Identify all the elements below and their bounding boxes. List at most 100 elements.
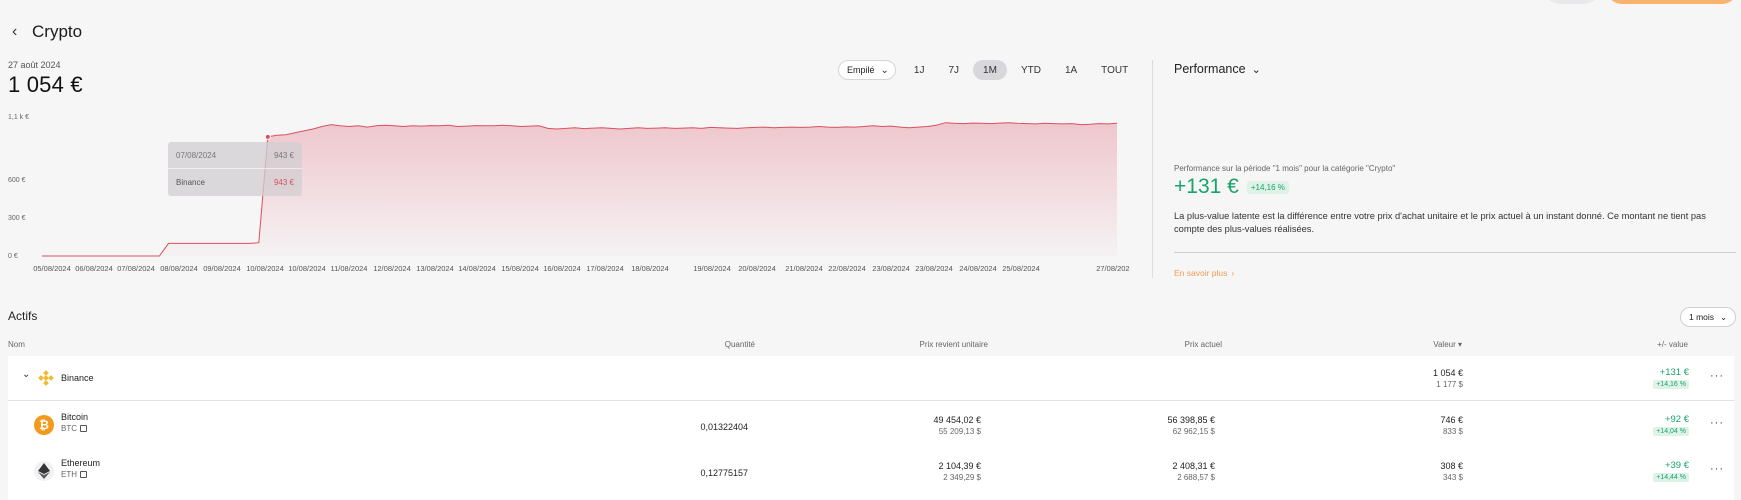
asset-cost-usd: 2 349,29 $ [943, 473, 981, 482]
column-value-label: Valeur [1433, 340, 1456, 349]
asset-value-eur: 746 € [1440, 415, 1463, 425]
column-cost: Prix revient unitaire [919, 340, 988, 349]
chart-tooltip: 07/08/2024 943 € Binance 943 € [168, 142, 302, 196]
column-gain: +/- value [1657, 340, 1688, 349]
asset-cost-eur: 2 104,39 € [938, 461, 981, 471]
range-button-1a[interactable]: 1A [1055, 60, 1087, 80]
row-divider [8, 400, 1734, 401]
top-secondary-button[interactable] [1544, 0, 1600, 4]
x-tick-label: 08/08/2024 [160, 264, 198, 273]
x-tick-label: 09/08/2024 [203, 264, 241, 273]
asset-quantity: 0,12775157 [700, 468, 748, 478]
more-options-icon[interactable]: ··· [1710, 417, 1724, 429]
performance-divider [1174, 252, 1736, 253]
column-price: Prix actuel [1184, 340, 1222, 349]
performance-percent-badge: +14,16 % [1246, 180, 1289, 194]
binance-logo-icon [38, 370, 54, 386]
group-value-eur: 1 054 € [1432, 368, 1463, 378]
group-gain-percent: +14,16 % [1653, 380, 1689, 389]
range-button-7j[interactable]: 7J [938, 60, 969, 80]
copy-icon[interactable] [80, 471, 87, 479]
summary-value: 1 054 € [8, 72, 83, 97]
x-tick-label: 24/08/2024 [959, 264, 997, 273]
asset-value: 746 € 833 $ [1440, 415, 1463, 436]
learn-more-link[interactable]: En savoir plus › [1174, 268, 1234, 278]
hover-point [264, 133, 271, 140]
copy-icon[interactable] [80, 425, 87, 433]
x-tick-label: 15/08/2024 [501, 264, 539, 273]
x-tick-label: 21/08/2024 [785, 264, 823, 273]
chevron-left-icon[interactable]: ‹ [12, 23, 26, 41]
asset-value-usd: 343 $ [1442, 473, 1463, 482]
x-tick-label: 23/08/2024 [872, 264, 910, 273]
x-tick-label: 16/08/2024 [543, 264, 581, 273]
chart-mode-select[interactable]: Empilé ⌄ [838, 60, 896, 80]
column-quantity: Quantité [724, 340, 755, 349]
asset-cost-eur: 49 454,02 € [933, 415, 981, 425]
asset-gain-percent: +14,44 % [1653, 473, 1689, 482]
asset-ticker: BTC [61, 424, 88, 433]
x-tick-label: 25/08/2024 [1002, 264, 1040, 273]
asset-ticker: ETH [61, 470, 100, 479]
summary-date: 27 août 2024 [8, 60, 61, 70]
asset-cost: 2 104,39 € 2 349,29 $ [938, 461, 981, 482]
more-options-icon[interactable]: ··· [1710, 370, 1724, 382]
asset-row-ethereum[interactable]: Ethereum ETH 0,12775157 2 104,39 € 2 349… [8, 448, 1734, 496]
column-value[interactable]: Valeur ▾ [1433, 340, 1462, 349]
y-tick-label: 1,1 k € [8, 114, 29, 121]
chevron-right-icon: › [1231, 268, 1235, 278]
asset-name: Ethereum [61, 458, 101, 468]
column-name: Nom [8, 340, 25, 349]
range-button-tout[interactable]: TOUT [1091, 60, 1138, 80]
x-tick-label: 22/08/2024 [828, 264, 866, 273]
x-tick-label: 20/08/2024 [738, 264, 776, 273]
x-tick-label: 14/08/2024 [458, 264, 496, 273]
group-name: Binance [61, 373, 94, 383]
sort-down-icon: ▾ [1457, 340, 1462, 349]
chevron-down-icon[interactable]: ⌄ [22, 369, 31, 380]
page-header: ‹ Crypto [12, 22, 82, 42]
asset-price: 56 398,85 € 62 962,15 $ [1167, 415, 1215, 436]
performance-amount: +131 € [1174, 175, 1239, 198]
assets-period-select[interactable]: 1 mois ⌄ [1680, 307, 1737, 327]
asset-price: 2 408,31 € 2 688,57 $ [1172, 461, 1215, 482]
table-header: Nom Quantité Prix revient unitaire Prix … [0, 340, 1741, 352]
vertical-divider [1152, 60, 1153, 278]
x-tick-label: 06/08/2024 [75, 264, 113, 273]
more-options-icon[interactable]: ··· [1710, 463, 1724, 475]
asset-price-usd: 2 688,57 $ [1177, 473, 1215, 482]
asset-row-bitcoin[interactable]: ₿ Bitcoin BTC 0,01322404 49 454,02 € 55 … [8, 402, 1734, 448]
asset-quantity: 0,01322404 [700, 422, 748, 432]
assets-period-label: 1 mois [1689, 312, 1715, 322]
y-tick-label: 600 € [8, 177, 26, 184]
page-title: Crypto [32, 22, 83, 41]
assets-table: ⌄ Binance 1 054 € 1 177 $ +131 € +14,16 … [8, 356, 1734, 500]
group-value-usd: 1 177 $ [1436, 380, 1463, 389]
asset-price-eur: 2 408,31 € [1172, 461, 1215, 471]
asset-value-usd: 833 $ [1442, 427, 1463, 436]
asset-cost: 49 454,02 € 55 209,13 $ [933, 415, 981, 436]
x-tick-label: 19/08/2024 [693, 264, 731, 273]
chevron-down-icon: ⌄ [1251, 63, 1261, 76]
performance-dropdown[interactable]: Performance ⌄ [1174, 62, 1261, 76]
range-button-ytd[interactable]: YTD [1011, 60, 1051, 80]
performance-heading: Performance [1174, 62, 1246, 76]
asset-name: Bitcoin [61, 412, 89, 422]
tooltip-series-value: 943 € [273, 178, 294, 187]
group-gain-amount: +131 € [1659, 367, 1689, 378]
y-tick-label: 0 € [8, 253, 18, 260]
range-button-1j[interactable]: 1J [904, 60, 935, 80]
x-tick-label: 18/08/2024 [631, 264, 669, 273]
x-tick-label: 10/08/2024 [288, 264, 326, 273]
group-row-binance[interactable]: ⌄ Binance 1 054 € 1 177 $ +131 € +14,16 … [8, 356, 1734, 401]
asset-gain-percent: +14,04 % [1653, 427, 1689, 436]
x-tick-label: 13/08/2024 [416, 264, 454, 273]
x-tick-label: 27/08/2024 [1096, 264, 1130, 273]
asset-price-eur: 56 398,85 € [1167, 415, 1215, 425]
top-primary-button[interactable] [1606, 0, 1738, 4]
asset-gain-amount: +39 € [1664, 460, 1689, 471]
tooltip-date: 07/08/2024 [176, 150, 217, 160]
asset-gain: +39 € +14,44 % [1653, 460, 1689, 482]
range-button-1m[interactable]: 1M [973, 60, 1007, 80]
asset-name-block: Ethereum ETH [61, 458, 100, 479]
